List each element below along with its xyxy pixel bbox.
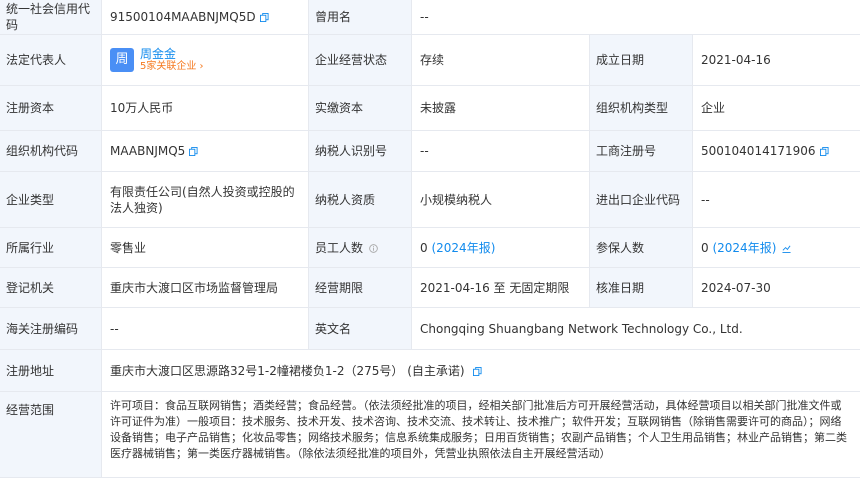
copy-icon[interactable]	[820, 147, 829, 156]
value-customs-code: --	[102, 308, 309, 350]
value-operating-period: 2021-04-16 至 无固定期限	[412, 268, 590, 308]
legal-rep-name-link[interactable]: 周金金	[140, 47, 204, 61]
value-status: 存续	[412, 35, 590, 86]
label-employees: 员工人数	[309, 228, 412, 268]
value-org-code: MAABNJMQ5	[102, 131, 309, 172]
value-english-name: Chongqing Shuangbang Network Technology …	[412, 308, 860, 350]
label-business-scope: 经营范围	[0, 392, 102, 478]
label-approval-date: 核准日期	[590, 268, 693, 308]
value-legal-rep: 周 周金金 5家关联企业 ›	[102, 35, 309, 86]
label-english-name: 英文名	[309, 308, 412, 350]
value-taxpayer-qual: 小规模纳税人	[412, 172, 590, 228]
label-paid-capital: 实缴资本	[309, 86, 412, 131]
value-former-name: --	[412, 0, 860, 35]
value-company-type: 有限责任公司(自然人投资或控股的法人独资)	[102, 172, 309, 228]
value-industry: 零售业	[102, 228, 309, 268]
copy-icon[interactable]	[260, 13, 269, 22]
label-taxpayer-qual: 纳税人资质	[309, 172, 412, 228]
value-org-type: 企业	[693, 86, 860, 131]
value-credit-code: 91500104MAABNJMQ5D	[102, 0, 309, 35]
label-taxpayer-id: 纳税人识别号	[309, 131, 412, 172]
value-employees: 0 (2024年报)	[412, 228, 590, 268]
trend-chart-icon[interactable]	[782, 244, 791, 253]
label-import-export-code: 进出口企业代码	[590, 172, 693, 228]
label-org-code: 组织机构代码	[0, 131, 102, 172]
value-import-export-code: --	[693, 172, 860, 228]
label-established: 成立日期	[590, 35, 693, 86]
value-insured: 0 (2024年报)	[693, 228, 860, 268]
value-reg-capital: 10万人民币	[102, 86, 309, 131]
copy-icon[interactable]	[473, 367, 482, 376]
label-company-type: 企业类型	[0, 172, 102, 228]
label-former-name: 曾用名	[309, 0, 412, 35]
copy-icon[interactable]	[189, 147, 198, 156]
related-companies-link[interactable]: 5家关联企业 ›	[140, 61, 204, 73]
label-org-type: 组织机构类型	[590, 86, 693, 131]
value-business-scope: 许可项目：食品互联网销售；酒类经营；食品经营。（依法须经批准的项目，经相关部门批…	[102, 392, 860, 478]
label-industry: 所属行业	[0, 228, 102, 268]
company-info-table: 统一社会信用代码 91500104MAABNJMQ5D 曾用名 -- 法定代表人…	[0, 0, 860, 478]
value-established: 2021-04-16	[693, 35, 860, 86]
value-taxpayer-id: --	[412, 131, 590, 172]
label-reg-authority: 登记机关	[0, 268, 102, 308]
label-business-reg-no: 工商注册号	[590, 131, 693, 172]
label-insured: 参保人数	[590, 228, 693, 268]
avatar[interactable]: 周	[110, 48, 134, 72]
value-paid-capital: 未披露	[412, 86, 590, 131]
employees-annual-report-link[interactable]: (2024年报)	[431, 241, 495, 255]
value-business-reg-no: 500104014171906	[693, 131, 860, 172]
label-credit-code: 统一社会信用代码	[0, 0, 102, 35]
insured-annual-report-link[interactable]: (2024年报)	[712, 241, 776, 255]
info-icon[interactable]	[369, 244, 378, 253]
label-customs-code: 海关注册编码	[0, 308, 102, 350]
label-legal-rep: 法定代表人	[0, 35, 102, 86]
label-reg-capital: 注册资本	[0, 86, 102, 131]
value-approval-date: 2024-07-30	[693, 268, 860, 308]
label-operating-period: 经营期限	[309, 268, 412, 308]
label-reg-address: 注册地址	[0, 350, 102, 392]
value-reg-address: 重庆市大渡口区思源路32号1-2幢裙楼负1-2（275号） (自主承诺)	[102, 350, 860, 392]
value-reg-authority: 重庆市大渡口区市场监督管理局	[102, 268, 309, 308]
label-status: 企业经营状态	[309, 35, 412, 86]
